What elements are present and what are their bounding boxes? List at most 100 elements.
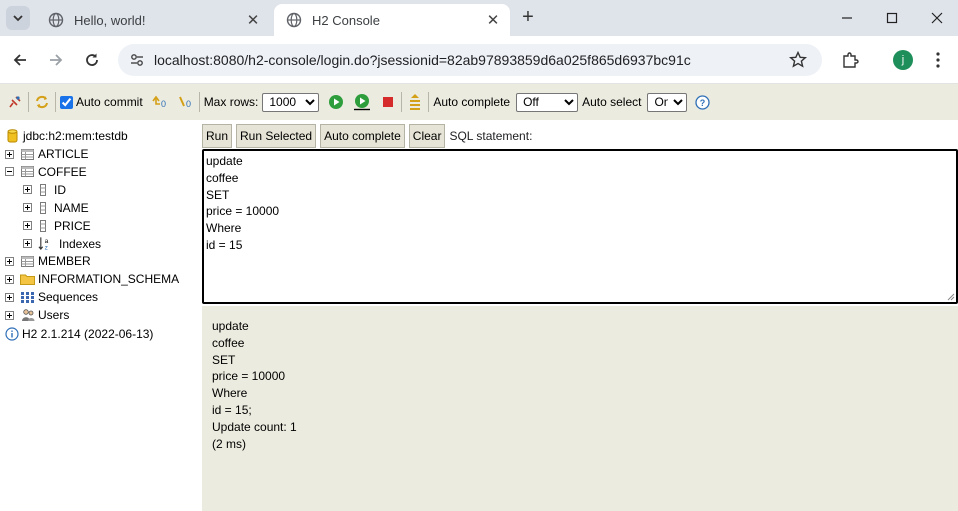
arrow-left-icon bbox=[13, 54, 26, 66]
tree-item-indexes[interactable]: a z Indexes bbox=[23, 235, 101, 253]
collapse-icon[interactable] bbox=[5, 167, 14, 177]
address-bar[interactable]: localhost:8080/h2-console/login.do?jsess… bbox=[118, 44, 822, 76]
tree-item-id[interactable]: ID bbox=[23, 181, 66, 199]
arrow-right-icon bbox=[50, 54, 63, 66]
maximize-icon bbox=[886, 12, 898, 24]
history-icon[interactable] bbox=[406, 93, 424, 111]
stop-icon[interactable] bbox=[379, 93, 397, 111]
close-tab-icon[interactable]: ✕ bbox=[484, 11, 502, 29]
tab-hello-world[interactable]: Hello, world! ✕ bbox=[36, 4, 270, 36]
toolbar-separator bbox=[428, 92, 430, 112]
max-rows-select[interactable]: 1000 bbox=[262, 92, 320, 112]
chevron-down-icon bbox=[13, 15, 23, 22]
sql-line: id = 15 bbox=[206, 237, 243, 252]
sql-editor[interactable]: update coffee SET price = 10000 Where id… bbox=[202, 149, 958, 304]
profile-avatar[interactable]: j bbox=[893, 50, 913, 70]
resize-handle-icon[interactable] bbox=[947, 293, 955, 301]
expand-icon[interactable] bbox=[23, 221, 32, 231]
sequences-icon bbox=[20, 290, 35, 305]
close-tab-icon[interactable]: ✕ bbox=[244, 11, 262, 29]
tab-search-button[interactable] bbox=[6, 6, 30, 30]
expand-icon[interactable] bbox=[23, 185, 32, 195]
toolbar-separator bbox=[28, 92, 29, 112]
expand-icon[interactable] bbox=[5, 310, 14, 320]
tab-h2-console[interactable]: H2 Console ✕ bbox=[274, 4, 510, 36]
close-window-button[interactable] bbox=[927, 8, 947, 28]
run-selected-button[interactable]: Run Selected bbox=[236, 124, 317, 148]
toolbar-separator bbox=[55, 92, 56, 112]
tab-title: H2 Console bbox=[312, 12, 380, 28]
more-vert-icon bbox=[936, 52, 940, 68]
toolbar-separator bbox=[401, 92, 403, 112]
h2-toolbar: Auto commit 0 0 Max rows: 1000 Auto comp… bbox=[0, 84, 958, 120]
table-icon bbox=[20, 254, 35, 269]
expand-icon[interactable] bbox=[5, 292, 14, 302]
expand-icon[interactable] bbox=[23, 203, 32, 213]
tree-item-label: ARTICLE bbox=[38, 147, 89, 161]
reload-icon bbox=[86, 53, 98, 66]
auto-complete-select[interactable]: Off bbox=[516, 92, 579, 112]
auto-commit-label: Auto commit bbox=[76, 95, 143, 109]
refresh-icon[interactable] bbox=[33, 93, 51, 111]
back-button[interactable] bbox=[8, 48, 32, 72]
tree-item-users[interactable]: Users bbox=[5, 306, 69, 324]
svg-text:0: 0 bbox=[161, 99, 166, 109]
run-button[interactable]: Run bbox=[202, 124, 233, 148]
table-icon bbox=[20, 147, 35, 162]
index-sort-icon: az bbox=[38, 236, 53, 251]
info-icon bbox=[4, 327, 19, 342]
minimize-button[interactable] bbox=[837, 8, 857, 28]
version-label: H2 2.1.214 (2022-06-13) bbox=[22, 327, 154, 341]
commit-icon[interactable]: 0 bbox=[177, 93, 195, 111]
tree-connection[interactable]: jdbc:h2:mem:testdb bbox=[5, 127, 128, 145]
browser-menu-button[interactable] bbox=[928, 48, 948, 72]
result-line: id = 15; bbox=[212, 402, 252, 417]
forward-button[interactable] bbox=[44, 48, 68, 72]
tree-item-member[interactable]: MEMBER bbox=[5, 252, 91, 270]
tree-item-sequences[interactable]: Sequences bbox=[5, 288, 98, 306]
site-info-icon[interactable] bbox=[128, 51, 146, 69]
tree-item-name[interactable]: NAME bbox=[23, 199, 89, 217]
extensions-button[interactable] bbox=[838, 48, 862, 72]
globe-icon bbox=[286, 12, 302, 28]
toolbar-separator bbox=[198, 92, 200, 112]
disconnect-icon[interactable] bbox=[6, 93, 24, 111]
tree-item-coffee[interactable]: COFFEE bbox=[5, 163, 87, 181]
help-icon[interactable]: ? bbox=[693, 93, 711, 111]
rollback-icon[interactable]: 0 bbox=[151, 93, 169, 111]
expand-icon[interactable] bbox=[5, 256, 14, 266]
result-line: coffee bbox=[212, 335, 245, 350]
sql-statement-label: SQL statement: bbox=[449, 129, 533, 143]
maximize-button[interactable] bbox=[882, 8, 902, 28]
tree-item-label: PRICE bbox=[54, 218, 91, 233]
users-icon bbox=[20, 308, 35, 323]
auto-select-select[interactable]: On bbox=[647, 92, 688, 112]
tree-item-article[interactable]: ARTICLE bbox=[5, 145, 88, 163]
close-icon bbox=[931, 12, 943, 24]
table-icon bbox=[20, 164, 35, 179]
expand-icon[interactable] bbox=[5, 274, 14, 284]
url-text[interactable]: localhost:8080/h2-console/login.do?jsess… bbox=[154, 52, 788, 68]
bookmark-star-icon[interactable] bbox=[788, 50, 808, 70]
tree-item-information-schema[interactable]: INFORMATION_SCHEMA bbox=[5, 270, 179, 288]
result-line: SET bbox=[212, 352, 236, 367]
clear-button[interactable]: Clear bbox=[408, 124, 446, 148]
tree-item-label: Users bbox=[38, 308, 70, 323]
column-icon bbox=[38, 218, 48, 233]
expand-icon[interactable] bbox=[23, 239, 32, 248]
svg-text:?: ? bbox=[700, 98, 706, 108]
auto-complete-button[interactable]: Auto complete bbox=[320, 124, 405, 148]
result-line: price = 10000 bbox=[212, 369, 286, 384]
tree-item-label: COFFEE bbox=[38, 164, 87, 179]
reload-button[interactable] bbox=[80, 48, 104, 72]
new-tab-button[interactable]: + bbox=[516, 7, 540, 28]
auto-commit-checkbox[interactable] bbox=[60, 95, 73, 109]
auto-complete-label: Auto complete bbox=[433, 95, 511, 109]
globe-icon bbox=[48, 12, 64, 28]
tree-item-price[interactable]: PRICE bbox=[23, 217, 91, 235]
run-selected-icon[interactable] bbox=[353, 93, 371, 111]
auto-commit-toggle[interactable]: Auto commit bbox=[60, 95, 143, 109]
expand-icon[interactable] bbox=[5, 149, 14, 159]
run-icon[interactable] bbox=[327, 93, 345, 111]
puzzle-icon bbox=[843, 52, 859, 68]
